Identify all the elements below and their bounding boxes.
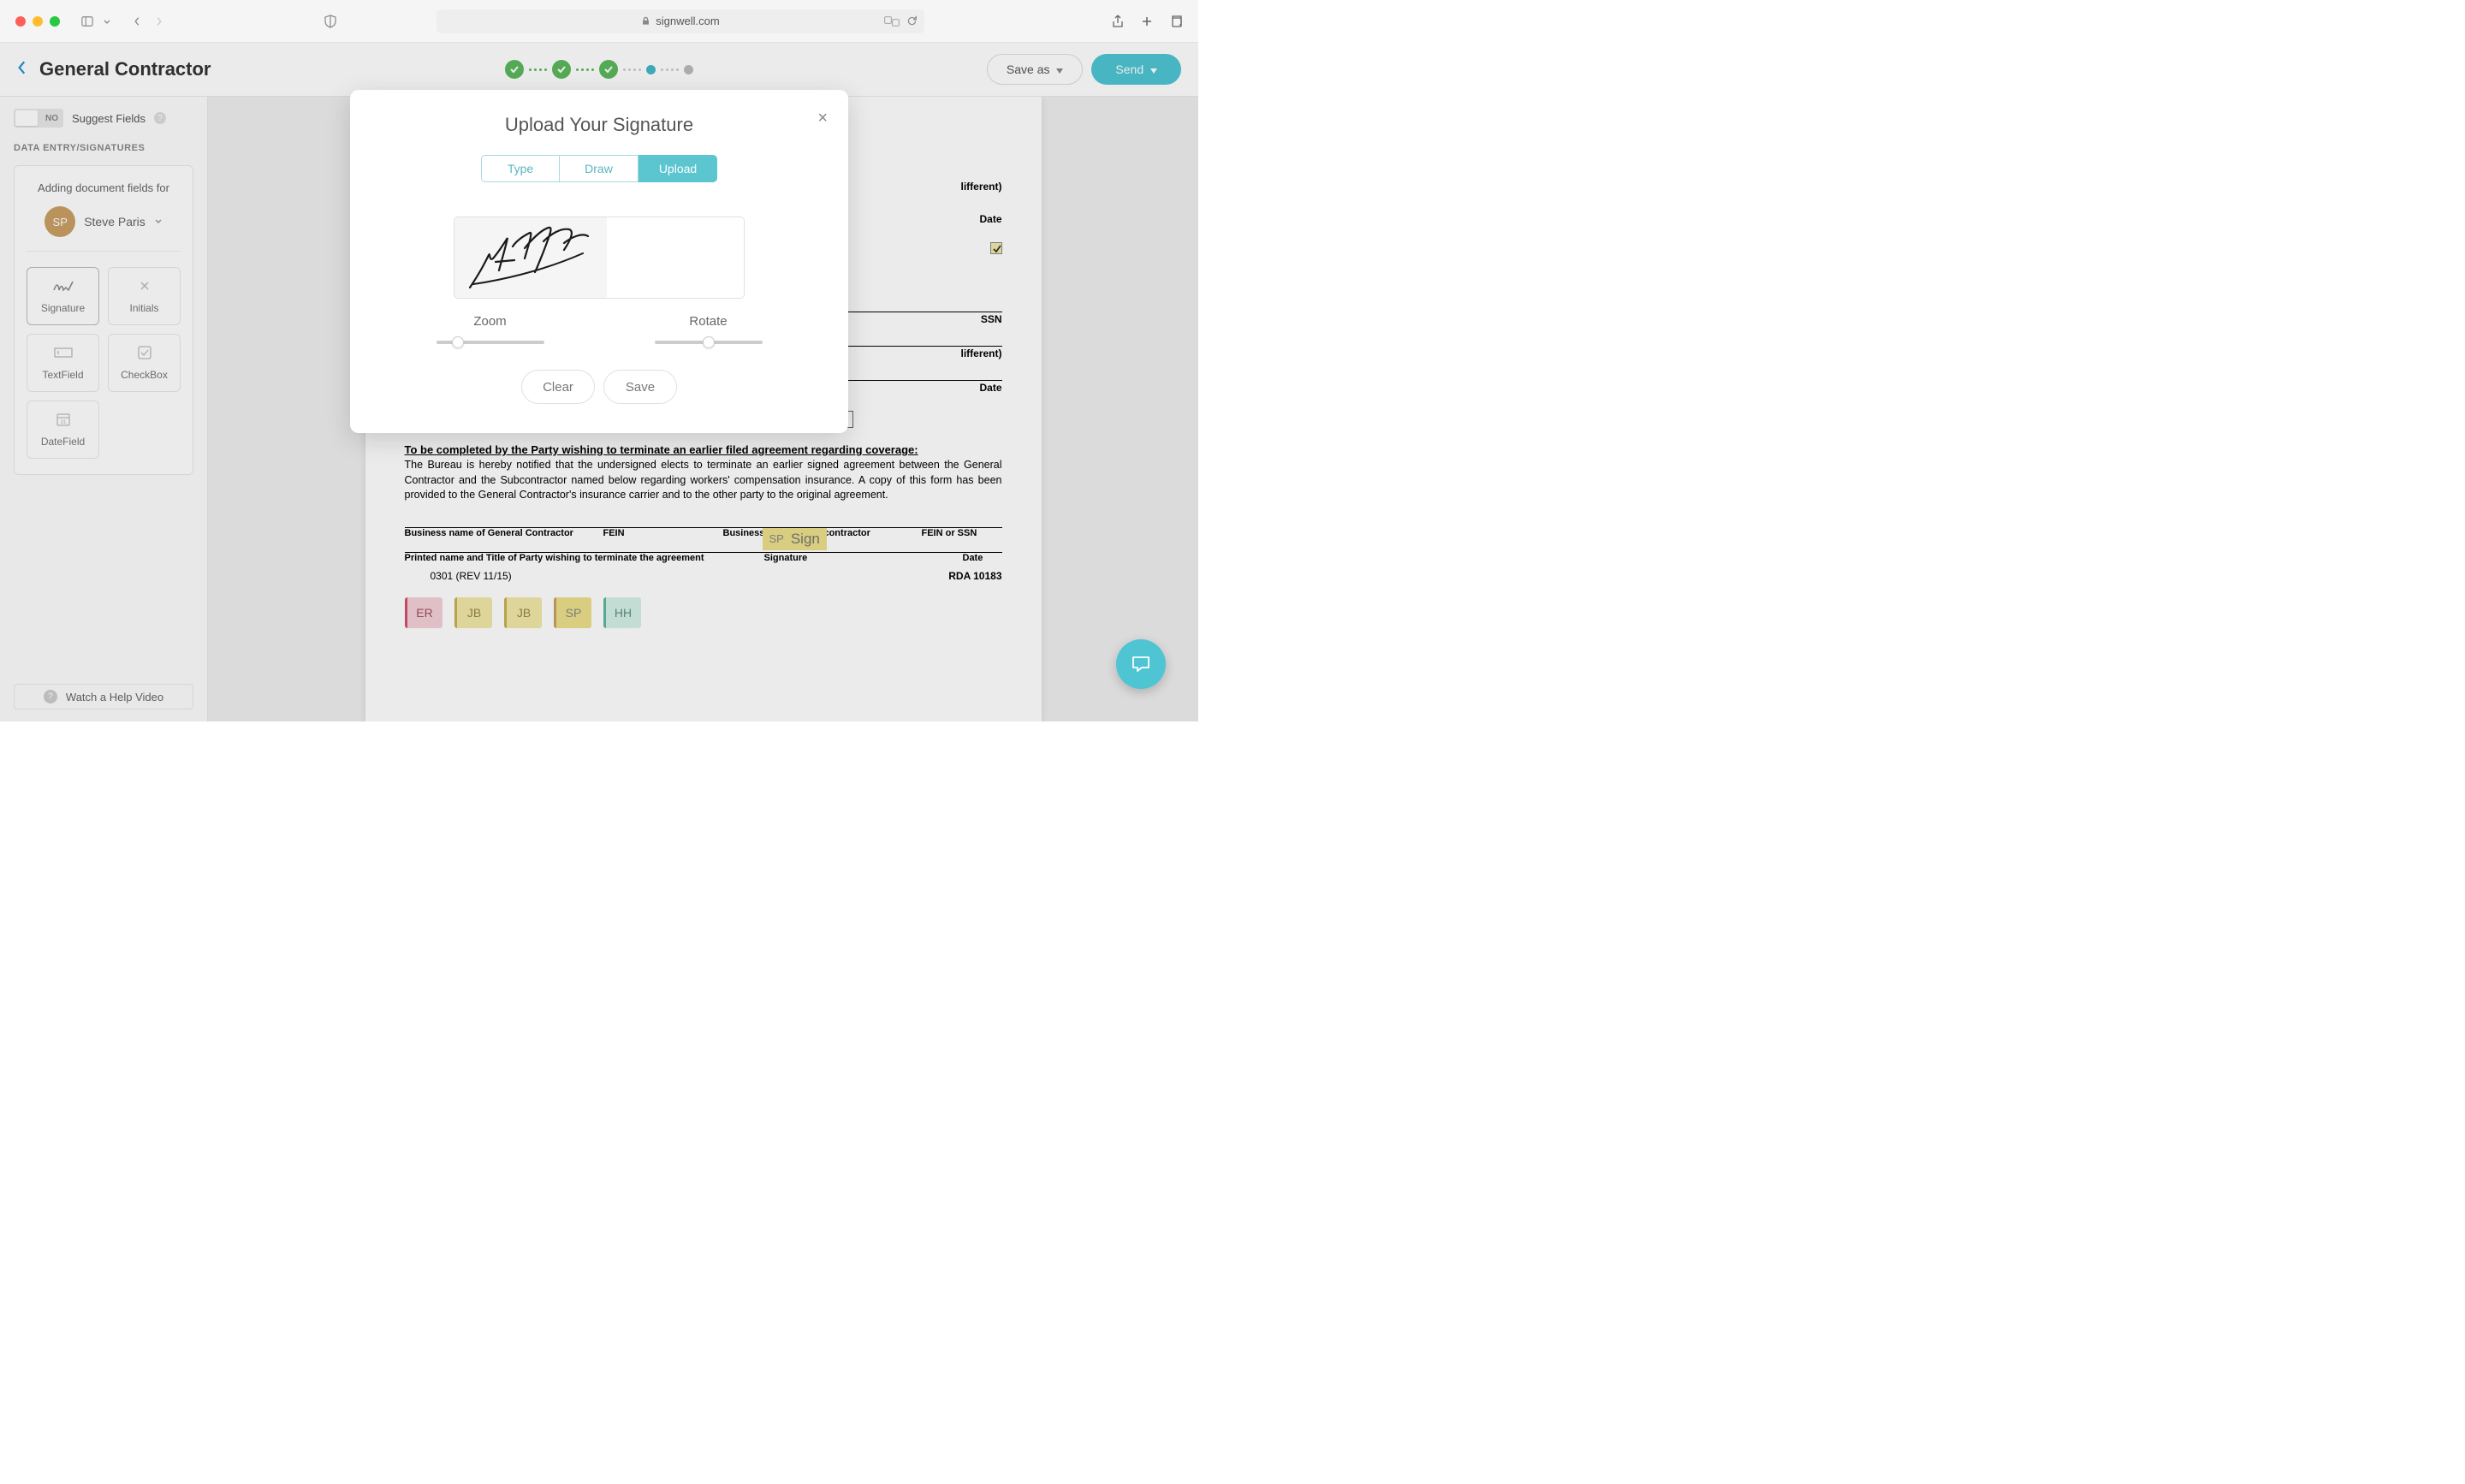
url-bar[interactable]: signwell.com <box>437 9 924 33</box>
rotate-label: Rotate <box>689 314 727 329</box>
close-icon[interactable]: × <box>817 109 828 128</box>
close-window[interactable] <box>15 16 26 27</box>
rotate-slider[interactable] <box>655 341 763 344</box>
zoom-label: Zoom <box>473 314 506 329</box>
chat-button[interactable] <box>1116 639 1166 689</box>
save-button[interactable]: Save <box>603 370 677 404</box>
chat-icon <box>1130 653 1152 675</box>
maximize-window[interactable] <box>50 16 60 27</box>
tabs-icon[interactable] <box>1169 15 1183 28</box>
zoom-slider[interactable] <box>437 341 544 344</box>
shield-icon[interactable] <box>324 15 337 28</box>
tab-type[interactable]: Type <box>481 155 560 182</box>
upload-signature-modal: Upload Your Signature × Type Draw Upload… <box>350 90 848 433</box>
chevron-down-icon[interactable] <box>103 15 111 28</box>
share-icon[interactable] <box>1111 15 1125 28</box>
modal-title: Upload Your Signature <box>381 114 817 136</box>
modal-overlay: Upload Your Signature × Type Draw Upload… <box>0 43 1198 721</box>
reload-icon[interactable] <box>906 15 918 27</box>
browser-chrome: signwell.com <box>0 0 1198 43</box>
traffic-lights <box>15 16 60 27</box>
chrome-nav <box>80 15 166 28</box>
tab-draw[interactable]: Draw <box>560 155 639 182</box>
lock-icon <box>641 16 650 26</box>
translate-icon[interactable] <box>884 16 900 27</box>
signature-image <box>463 221 600 296</box>
tab-upload[interactable]: Upload <box>639 155 717 182</box>
clear-button[interactable]: Clear <box>521 370 595 404</box>
new-tab-icon[interactable] <box>1140 15 1154 28</box>
forward-icon[interactable] <box>152 15 166 28</box>
url-text: signwell.com <box>656 15 719 27</box>
minimize-window[interactable] <box>33 16 43 27</box>
signature-preview[interactable] <box>454 217 745 299</box>
signature-method-tabs: Type Draw Upload <box>381 155 817 182</box>
sidebar-toggle-icon[interactable] <box>80 15 94 28</box>
back-icon[interactable] <box>130 15 144 28</box>
